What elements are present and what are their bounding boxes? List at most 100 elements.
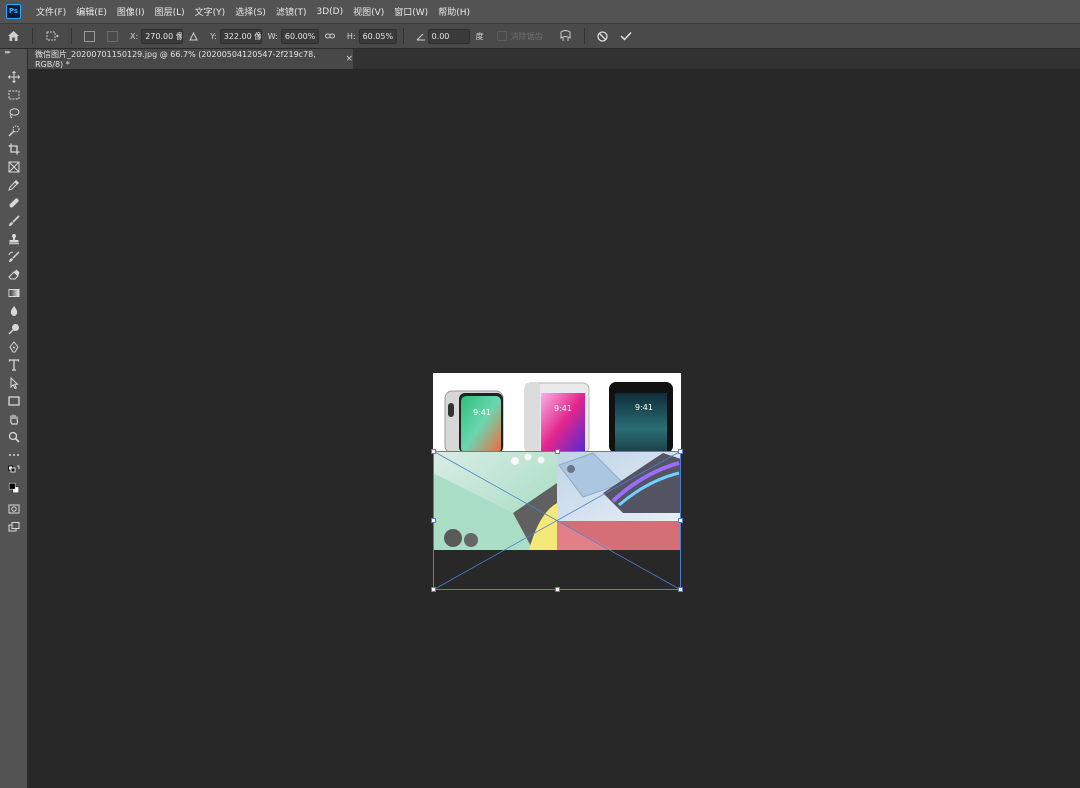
menu-type[interactable]: 文字(Y) xyxy=(190,5,231,18)
home-button[interactable] xyxy=(0,30,26,42)
warp-button[interactable] xyxy=(559,30,572,42)
menu-image[interactable]: 图像(I) xyxy=(112,5,150,18)
checkmark-icon xyxy=(620,32,632,41)
commit-transform-button[interactable] xyxy=(620,31,632,41)
history-brush-icon xyxy=(8,251,20,262)
eyedropper-tool[interactable] xyxy=(0,177,27,193)
gradient-tool[interactable] xyxy=(0,285,27,301)
history-brush-tool[interactable] xyxy=(0,249,27,265)
crop-icon xyxy=(8,143,19,155)
transform-diagonals xyxy=(433,451,681,590)
type-icon xyxy=(8,359,19,371)
quick-mask-button[interactable] xyxy=(0,501,27,517)
marquee-tool[interactable] xyxy=(0,87,27,103)
x-field[interactable]: 270.00 像素 xyxy=(141,28,184,44)
pen-icon xyxy=(8,341,19,353)
reference-point-grid-icon[interactable] xyxy=(107,30,118,42)
foreground-background-colors-icon xyxy=(8,482,19,494)
dodge-icon xyxy=(7,324,19,335)
delta-icon xyxy=(189,31,198,40)
transform-handle-right[interactable] xyxy=(678,518,683,523)
transform-handle-top[interactable] xyxy=(555,449,560,454)
x-label: X: xyxy=(130,31,139,41)
transform-handle-left[interactable] xyxy=(431,518,436,523)
default-colors-icon xyxy=(7,465,19,473)
phone-clock-2: 9:41 xyxy=(554,404,572,413)
menu-help[interactable]: 帮助(H) xyxy=(433,5,475,18)
dodge-tool[interactable] xyxy=(0,321,27,337)
separator xyxy=(32,28,33,44)
cancel-icon xyxy=(596,30,608,42)
document-tab-bar: 微信图片_20200701150129.jpg @ 66.7% (2020050… xyxy=(28,49,1080,70)
color-swatches[interactable] xyxy=(0,477,27,499)
eyedropper-icon xyxy=(7,180,19,191)
document-tab[interactable]: 微信图片_20200701150129.jpg @ 66.7% (2020050… xyxy=(28,49,353,69)
lasso-icon xyxy=(9,108,19,119)
transform-handle-bottom-right[interactable] xyxy=(678,587,683,592)
rectangle-tool[interactable] xyxy=(0,393,27,409)
interpolation-checkbox[interactable] xyxy=(496,31,507,41)
move-tool[interactable] xyxy=(0,69,27,85)
phone-clock-1: 9:41 xyxy=(473,408,491,417)
transform-tool-preset-button[interactable] xyxy=(45,31,59,41)
crop-tool[interactable] xyxy=(0,141,27,157)
warp-icon xyxy=(560,30,571,41)
home-icon xyxy=(7,31,19,41)
h-label: H: xyxy=(346,31,356,41)
more-tools-button[interactable] xyxy=(0,447,27,463)
screen-mode-button[interactable] xyxy=(0,519,27,535)
brush-tool[interactable] xyxy=(0,213,27,229)
transform-handle-bottom-left[interactable] xyxy=(431,587,436,592)
quick-select-tool[interactable] xyxy=(0,123,27,139)
menu-window[interactable]: 窗口(W) xyxy=(389,5,433,18)
menu-3d[interactable]: 3D(D) xyxy=(311,7,348,17)
quick-mask-icon xyxy=(8,504,19,514)
menu-view[interactable]: 视图(V) xyxy=(348,5,389,18)
frame-tool[interactable] xyxy=(0,159,27,175)
transform-icon xyxy=(46,31,59,41)
menu-select[interactable]: 选择(S) xyxy=(230,5,271,18)
y-field[interactable]: 322.00 像素 xyxy=(219,28,262,44)
gradient-icon xyxy=(8,289,19,297)
brush-icon xyxy=(8,215,20,226)
panel-grip-icon[interactable]: ▸▸ xyxy=(5,48,11,56)
screen-mode-icon xyxy=(8,522,19,532)
zoom-tool[interactable] xyxy=(0,429,27,445)
path-selection-tool[interactable] xyxy=(0,375,27,391)
clone-stamp-tool[interactable] xyxy=(0,231,27,247)
more-icon xyxy=(8,454,19,456)
angle-field[interactable]: 0.00 xyxy=(427,28,470,44)
eraser-tool[interactable] xyxy=(0,267,27,283)
transform-handle-top-right[interactable] xyxy=(678,449,683,454)
close-icon[interactable]: × xyxy=(345,54,353,64)
link-proportions-button[interactable] xyxy=(324,32,335,40)
hand-tool[interactable] xyxy=(0,411,27,427)
menu-file[interactable]: 文件(F) xyxy=(31,5,71,18)
photoshop-logo-icon: Ps xyxy=(6,4,21,19)
zoom-icon xyxy=(8,431,20,443)
separator xyxy=(402,28,404,44)
default-colors-button[interactable] xyxy=(0,462,27,478)
phone-clock-3: 9:41 xyxy=(635,403,653,412)
healing-icon xyxy=(9,198,18,208)
relative-position-button[interactable] xyxy=(189,31,198,41)
menu-filter[interactable]: 滤镜(T) xyxy=(271,5,312,18)
menu-layer[interactable]: 图层(L) xyxy=(150,5,190,18)
frame-icon xyxy=(8,161,19,173)
blur-icon xyxy=(10,306,17,316)
document-tab-title: 微信图片_20200701150129.jpg @ 66.7% (2020050… xyxy=(35,50,316,69)
reference-point-checkbox[interactable] xyxy=(84,30,95,42)
type-tool[interactable] xyxy=(0,357,27,373)
transform-handle-bottom[interactable] xyxy=(555,587,560,592)
height-field[interactable]: 60.05% xyxy=(358,28,397,44)
pen-tool[interactable] xyxy=(0,339,27,355)
width-field[interactable]: 60.00% xyxy=(280,28,319,44)
menu-edit[interactable]: 编辑(E) xyxy=(71,5,112,18)
blur-tool[interactable] xyxy=(0,303,27,319)
healing-brush-tool[interactable] xyxy=(0,195,27,211)
transform-bounding-box[interactable] xyxy=(431,449,683,592)
menu-bar: Ps 文件(F) 编辑(E) 图像(I) 图层(L) 文字(Y) 选择(S) 滤… xyxy=(0,0,1080,24)
cancel-transform-button[interactable] xyxy=(596,30,608,42)
lasso-tool[interactable] xyxy=(0,105,27,121)
transform-handle-top-left[interactable] xyxy=(431,449,436,454)
